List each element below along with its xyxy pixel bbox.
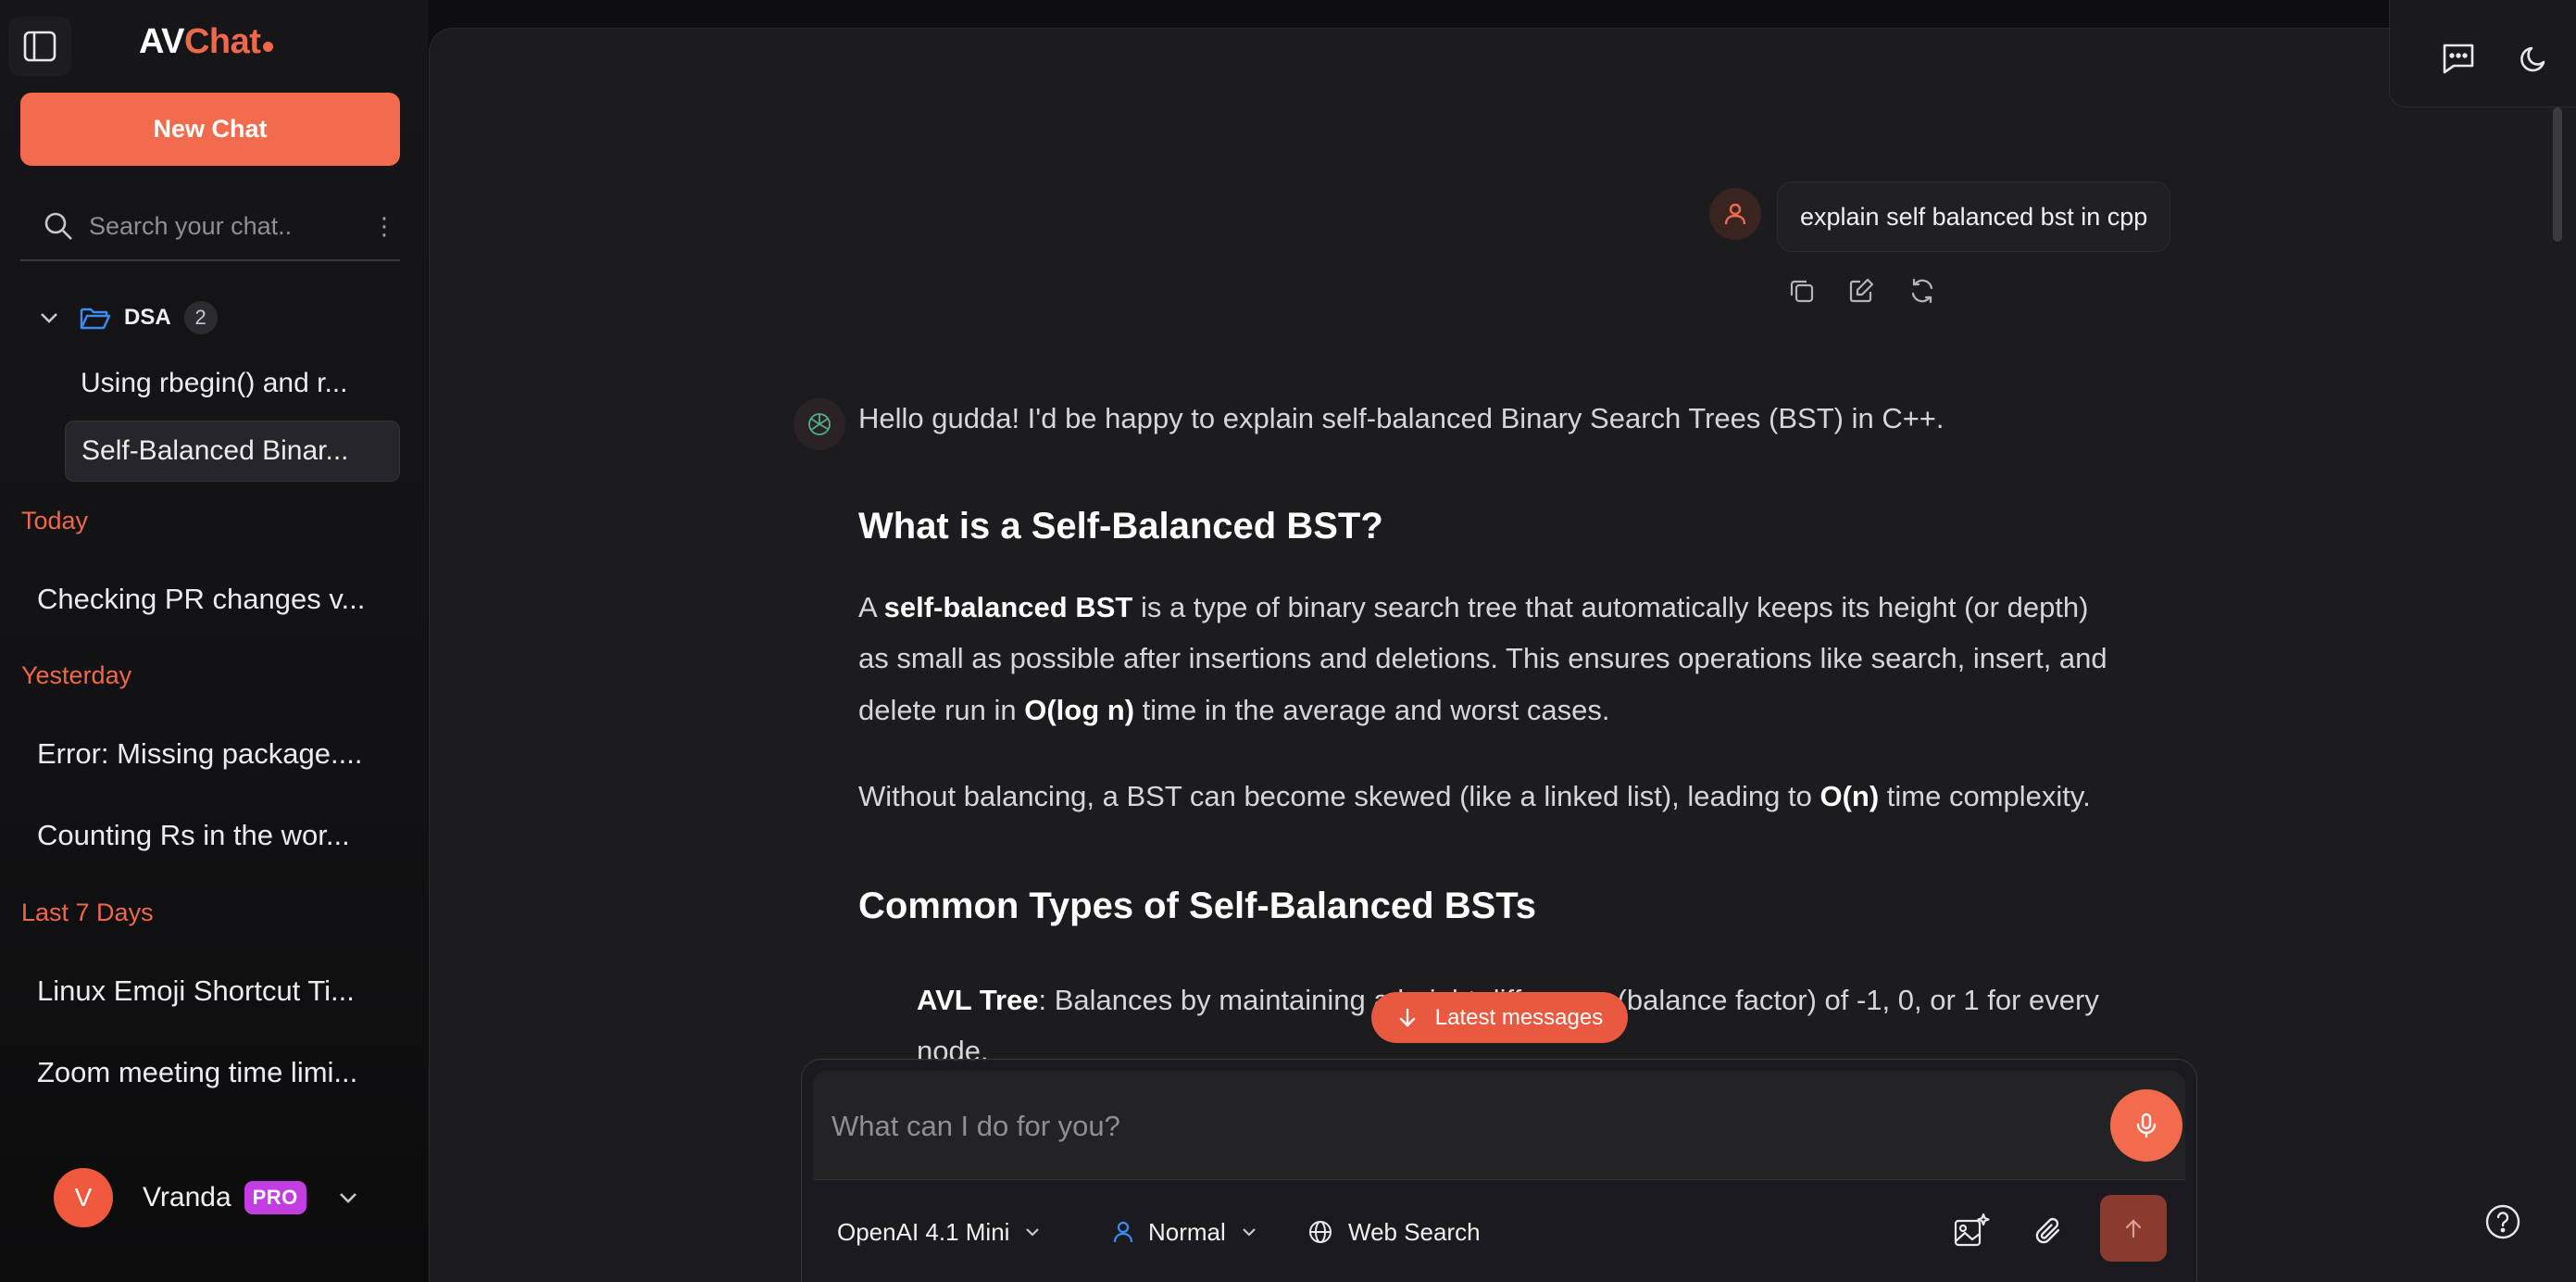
assistant-avatar: [794, 398, 845, 450]
chat-search: ⋮: [20, 193, 400, 261]
chevron-down-icon: [1026, 1228, 1040, 1237]
paragraph-line: A self-balanced BST is a type of binary …: [858, 582, 2089, 634]
feedback-button[interactable]: [2437, 37, 2480, 80]
text-span: delete run in: [858, 694, 1025, 726]
heading-what-is: What is a Self-Balanced BST?: [858, 506, 1383, 547]
sidebar-toggle-button[interactable]: [8, 17, 71, 76]
chat-item[interactable]: Counting Rs in the wor...: [37, 819, 400, 852]
image-generate-button[interactable]: [1950, 1210, 1993, 1252]
paragraph-line: Without balancing, a BST can become skew…: [858, 771, 2091, 823]
edit-button[interactable]: [1845, 275, 1877, 307]
avatar: V: [54, 1168, 113, 1227]
openai-logo-icon: [808, 413, 831, 435]
bold-text: O(n): [1819, 780, 1880, 812]
folder-count-badge: 2: [183, 301, 218, 334]
moon-icon: [2520, 46, 2545, 72]
text-span: A: [858, 591, 884, 623]
app-logo[interactable]: AVChat: [139, 22, 274, 62]
user-icon: [1113, 1221, 1133, 1243]
composer-toolbar: OpenAI 4.1 Mini Normal Web Search: [813, 1189, 2185, 1273]
chat-item[interactable]: Error: Missing package....: [37, 737, 400, 771]
chevron-down-icon[interactable]: [334, 1184, 362, 1212]
attach-file-button[interactable]: [2027, 1210, 2070, 1252]
app-root: AVChat New Chat ⋮ DSA 2 Using rbegin() a…: [0, 0, 2576, 1282]
help-icon[interactable]: [2483, 1202, 2522, 1241]
bold-text: AVL Tree: [917, 984, 1039, 1016]
copy-button[interactable]: [1786, 275, 1818, 307]
sidebar: AVChat New Chat ⋮ DSA 2 Using rbegin() a…: [0, 0, 428, 1282]
user-icon: [1724, 203, 1746, 225]
chevron-down-icon[interactable]: [35, 304, 63, 332]
message-composer: OpenAI 4.1 Mini Normal Web Search: [801, 1059, 2197, 1282]
edit-icon: [1849, 278, 1874, 303]
model-label: OpenAI 4.1 Mini: [837, 1217, 1010, 1246]
theme-toggle-button[interactable]: [2513, 37, 2556, 80]
send-button[interactable]: [2100, 1195, 2167, 1262]
regenerate-button[interactable]: [1907, 275, 1938, 307]
composer-input-area: [813, 1071, 2185, 1180]
latest-messages-label: Latest messages: [1434, 1004, 1604, 1030]
chat-item[interactable]: Checking PR changes v...: [37, 583, 400, 616]
text-span: time in the average and worst cases.: [1134, 694, 1610, 726]
arrow-down-icon: [1399, 1008, 1415, 1027]
search-icon: [44, 212, 72, 240]
arrow-up-icon: [2125, 1219, 2142, 1238]
chat-item[interactable]: Linux Emoji Shortcut Ti...: [37, 974, 400, 1008]
pro-badge: PRO: [244, 1181, 306, 1214]
search-options-icon[interactable]: ⋮: [372, 212, 396, 241]
image-sparkle-icon: [1954, 1213, 1990, 1247]
message-input[interactable]: [832, 1104, 2035, 1149]
user-message-avatar: [1709, 188, 1761, 240]
paperclip-icon: [2035, 1217, 2060, 1244]
search-input[interactable]: [89, 211, 367, 241]
section-label-last-7-days: Last 7 Days: [21, 899, 154, 926]
folder-name: DSA: [124, 305, 171, 330]
logo-dot: [263, 42, 274, 52]
paragraph-line: delete run in O(log n) time in the avera…: [858, 685, 1610, 736]
paragraph-line: as small as possible after insertions an…: [858, 642, 2107, 674]
web-search-toggle[interactable]: Web Search: [1307, 1212, 1481, 1252]
folder-open-icon: [80, 308, 111, 330]
microphone-icon: [2136, 1112, 2157, 1138]
model-selector[interactable]: OpenAI 4.1 Mini: [837, 1212, 1043, 1252]
globe-icon: [1309, 1221, 1332, 1243]
chevron-down-icon: [1243, 1228, 1256, 1237]
section-label-today: Today: [21, 507, 89, 534]
copy-icon: [1790, 280, 1814, 303]
refresh-icon: [1911, 278, 1933, 304]
text-span: Without balancing, a BST can become skew…: [858, 780, 1820, 812]
message-square-icon: [2443, 44, 2474, 74]
logo-accent-text: Chat: [183, 22, 261, 61]
logo-main-text: AV: [139, 22, 184, 61]
section-label-yesterday: Yesterday: [21, 661, 132, 689]
mode-label: Normal: [1148, 1217, 1226, 1246]
bold-text: self-balanced BST: [883, 591, 1133, 623]
text-span: time complexity.: [1879, 780, 2091, 812]
voice-input-button[interactable]: [2110, 1089, 2182, 1162]
user-menu[interactable]: V Vranda PRO: [54, 1166, 362, 1229]
new-chat-button[interactable]: New Chat: [20, 93, 400, 166]
folder-chat-item-active[interactable]: Self-Balanced Binar...: [65, 421, 400, 482]
folder-chat-item[interactable]: Using rbegin() and r...: [65, 353, 400, 414]
chat-item[interactable]: Zoom meeting time limi...: [37, 1056, 400, 1089]
assistant-greeting: Hello gudda! I'd be happy to explain sel…: [858, 402, 1945, 434]
scrollbar[interactable]: [2553, 107, 2562, 242]
heading-common-types: Common Types of Self-Balanced BSTs: [858, 886, 1536, 926]
top-right-toolbar: [2389, 0, 2576, 107]
bold-text: O(log n): [1024, 694, 1135, 726]
sidebar-toggle-icon: [23, 31, 56, 62]
user-message-bubble: explain self balanced bst in cpp: [1777, 182, 2171, 252]
text-span: is a type of binary search tree that aut…: [1132, 591, 2089, 623]
latest-messages-button[interactable]: Latest messages: [1371, 992, 1628, 1043]
user-name: Vranda: [143, 1182, 231, 1213]
folder-dsa[interactable]: DSA 2: [35, 296, 218, 339]
mode-selector[interactable]: Normal: [1111, 1212, 1259, 1252]
web-search-label: Web Search: [1348, 1217, 1481, 1246]
